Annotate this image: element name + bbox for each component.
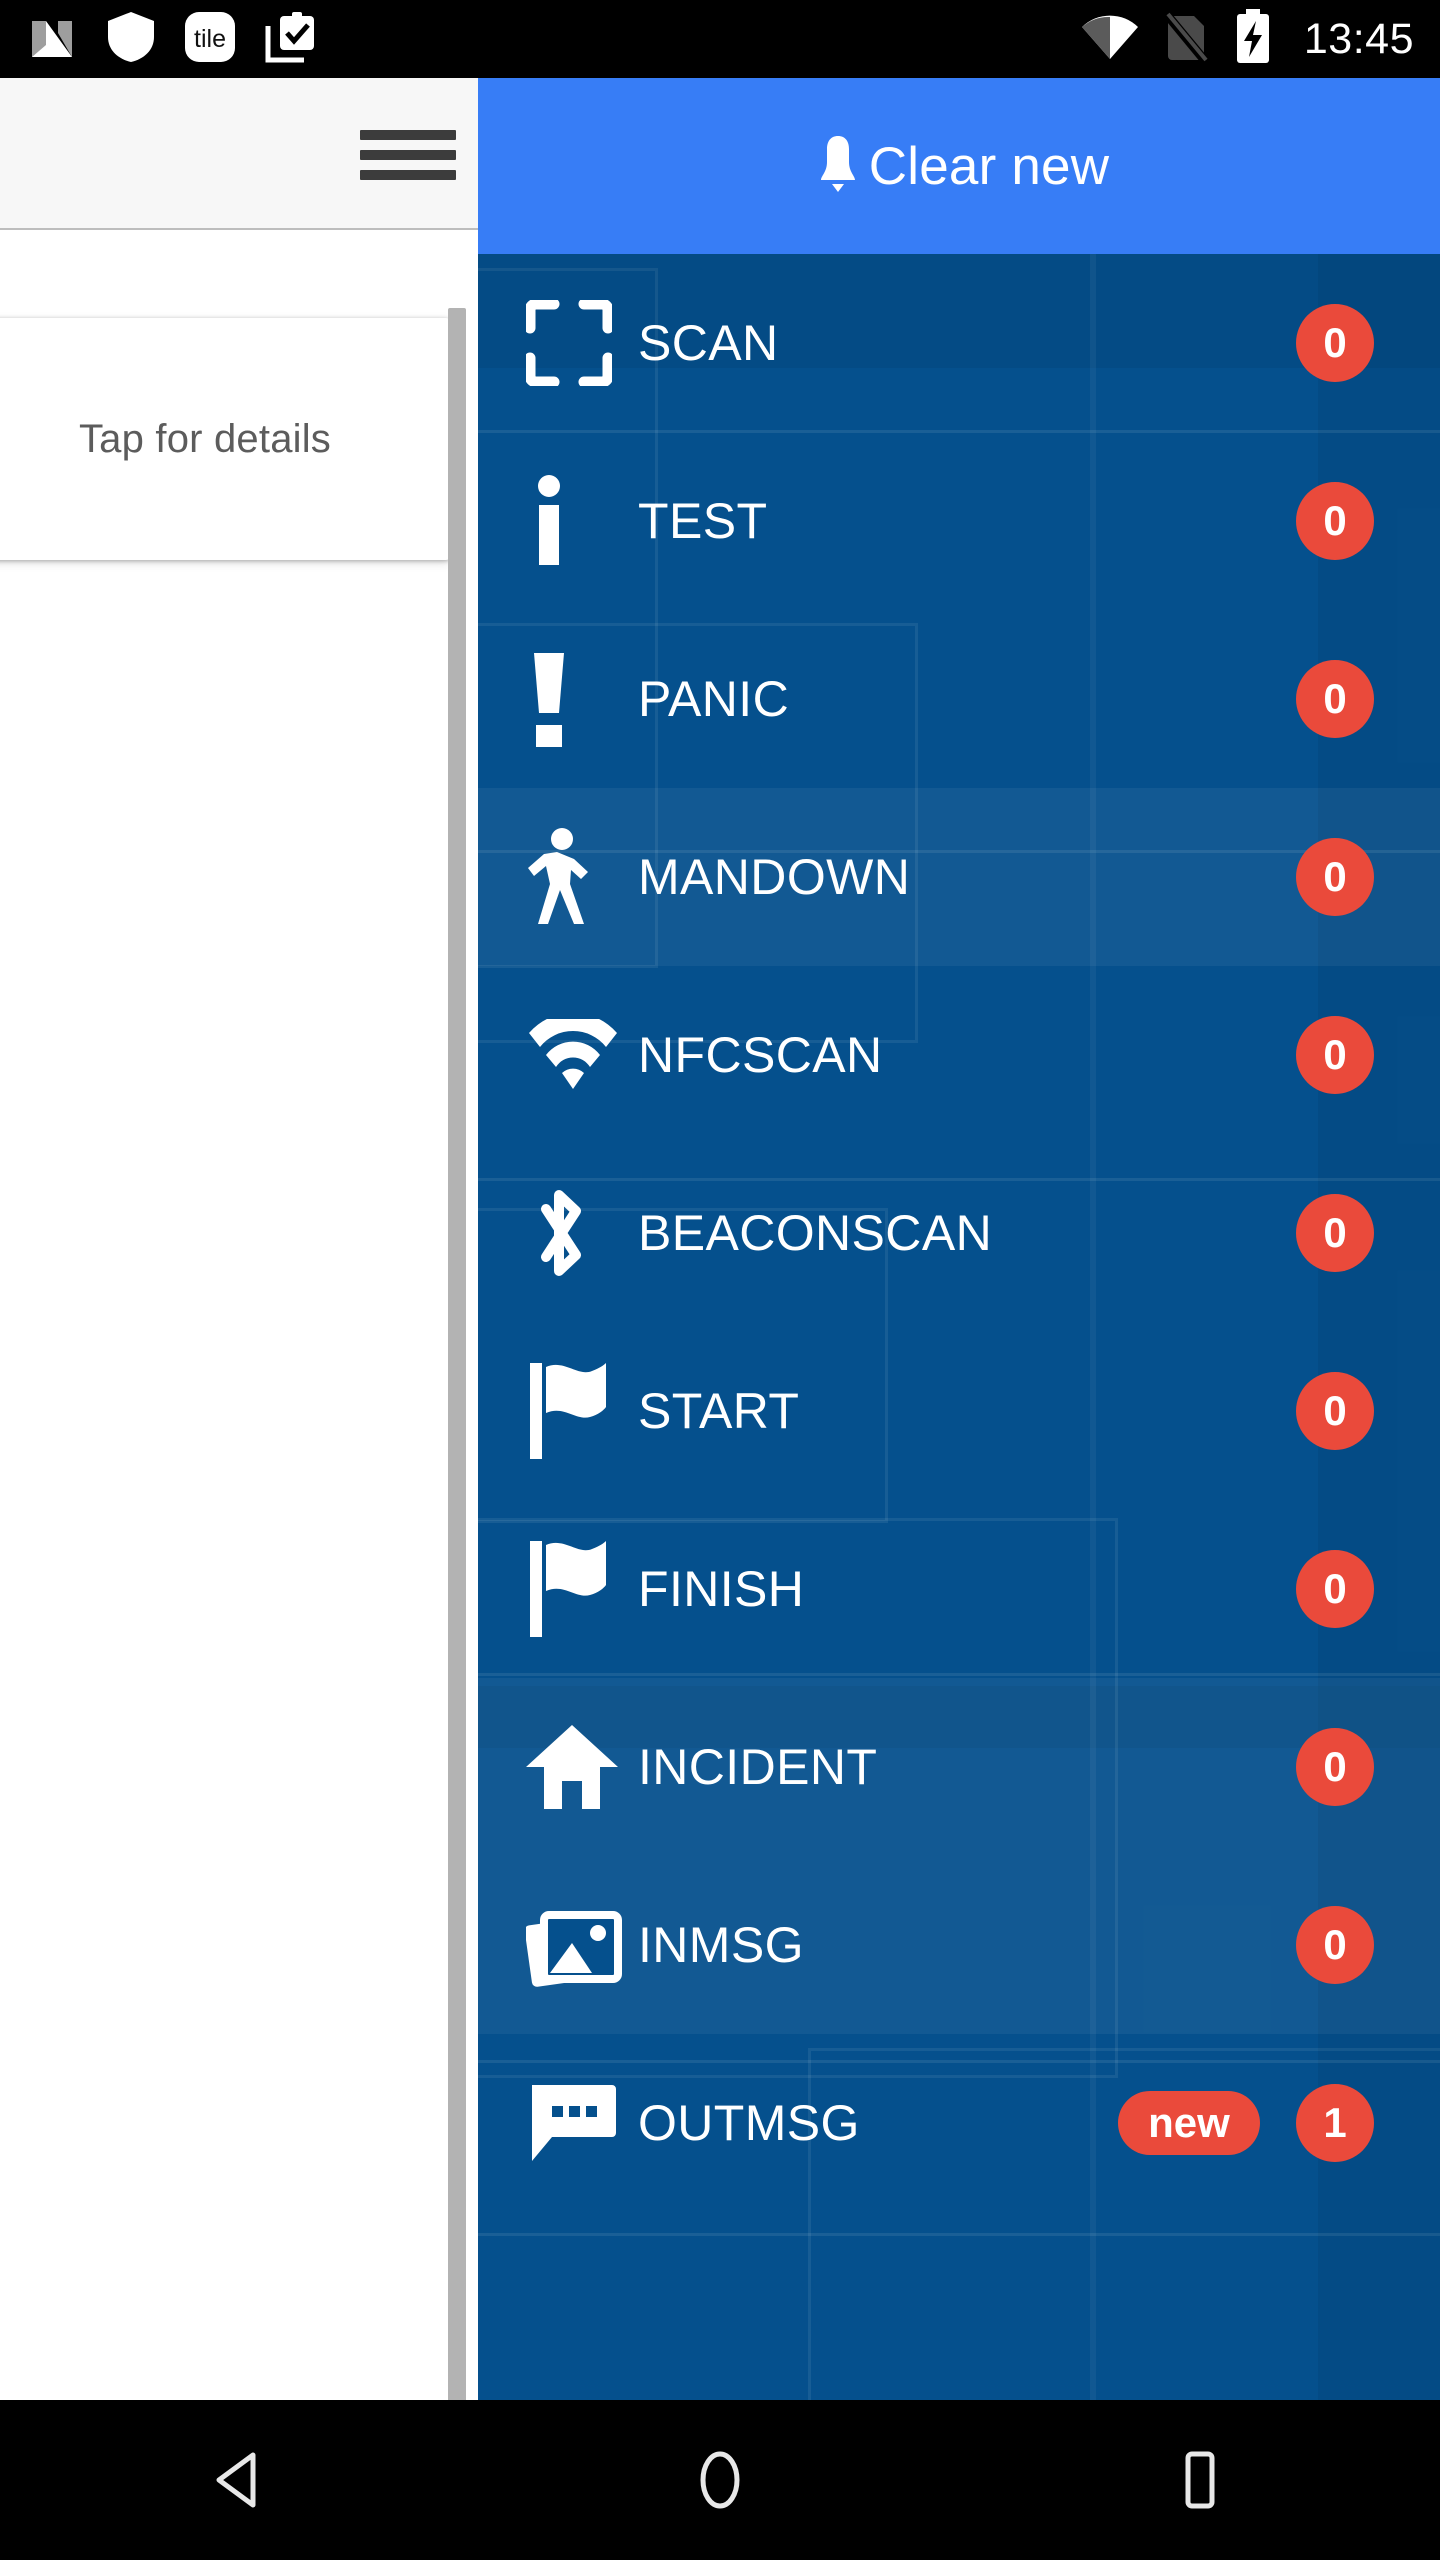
flag-icon [526, 1361, 638, 1461]
count-badge: 0 [1296, 1372, 1374, 1450]
event-row-label: OUTMSG [638, 2095, 860, 2151]
exclamation-icon [526, 651, 638, 747]
event-row-finish[interactable]: FINISH 0 [478, 1500, 1440, 1678]
recents-button[interactable] [1100, 2400, 1300, 2560]
event-row-incident[interactable]: INCIDENT 0 [478, 1678, 1440, 1856]
event-row-label: START [638, 1383, 800, 1439]
event-row-label: INCIDENT [638, 1739, 878, 1795]
count-badge: 0 [1296, 1194, 1374, 1272]
chat-bubble-icon [526, 2081, 638, 2165]
count-badge: 0 [1296, 1728, 1374, 1806]
shield-icon [106, 10, 156, 69]
count-badge: 0 [1296, 304, 1374, 382]
status-bar-system-icons: 13:45 [1080, 8, 1414, 70]
event-row-beaconscan[interactable]: BEACONSCAN 0 [478, 1144, 1440, 1322]
event-row-outmsg[interactable]: OUTMSG new 1 [478, 2034, 1440, 2212]
hamburger-menu-icon[interactable] [360, 124, 456, 186]
event-row-label: FINISH [638, 1561, 805, 1617]
back-button[interactable] [140, 2400, 340, 2560]
wifi-icon [1080, 13, 1140, 66]
count-badge: 0 [1296, 660, 1374, 738]
count-badge: 0 [1296, 482, 1374, 560]
event-row-label: PANIC [638, 671, 790, 727]
tap-for-details-label: Tap for details [78, 416, 332, 461]
walking-man-icon [526, 828, 638, 926]
android-nougat-icon [26, 11, 78, 68]
app-toolbar [0, 78, 478, 230]
clipboard-check-icon [264, 10, 318, 69]
event-row-label: BEACONSCAN [638, 1205, 993, 1261]
event-row-label: MANDOWN [638, 849, 911, 905]
count-badge: 0 [1296, 838, 1374, 916]
content-scrollbar[interactable] [448, 308, 466, 2400]
photos-icon [526, 1903, 638, 1987]
notification-drawer: Clear new SCAN 0 TEST 0 PANIC 0 MANDOWN 0 NFCSCA… [478, 78, 1440, 2400]
event-row-scan[interactable]: SCAN 0 [478, 254, 1440, 432]
app-content: Tap for details [0, 230, 478, 2400]
phone-screen: tile 13:45 Tap for details Clear new SCA… [0, 0, 1440, 2560]
event-row-panic[interactable]: PANIC 0 [478, 610, 1440, 788]
bluetooth-icon [526, 1183, 638, 1283]
wifi-icon [526, 1019, 638, 1091]
no-sim-icon [1164, 10, 1210, 69]
event-row-label: SCAN [638, 315, 779, 371]
event-row-label: TEST [638, 493, 768, 549]
event-row-nfcscan[interactable]: NFCSCAN 0 [478, 966, 1440, 1144]
event-type-list: SCAN 0 TEST 0 PANIC 0 MANDOWN 0 NFCSCAN 0 BEACONSC… [478, 254, 1440, 2212]
clear-new-label: Clear new [868, 136, 1110, 196]
new-tag-badge: new [1118, 2091, 1260, 2155]
clear-new-button[interactable]: Clear new [478, 78, 1440, 254]
event-row-inmsg[interactable]: INMSG 0 [478, 1856, 1440, 2034]
count-badge: 0 [1296, 1016, 1374, 1094]
status-bar-notification-icons: tile [26, 10, 318, 69]
battery-charging-icon [1234, 8, 1272, 70]
event-row-mandown[interactable]: MANDOWN 0 [478, 788, 1440, 966]
tile-app-icon: tile [184, 11, 236, 68]
scan-frame-icon [526, 300, 638, 386]
status-bar-clock: 13:45 [1303, 14, 1414, 63]
bell-icon [809, 132, 867, 201]
tap-for-details-card[interactable]: Tap for details [0, 318, 450, 560]
status-bar: tile 13:45 [0, 0, 1440, 78]
event-row-test[interactable]: TEST 0 [478, 432, 1440, 610]
flag-icon [526, 1539, 638, 1639]
event-row-label: NFCSCAN [638, 1027, 883, 1083]
android-navigation-bar [0, 2400, 1440, 2560]
underlying-app-screen: Tap for details [0, 78, 478, 2400]
info-icon [526, 475, 638, 567]
svg-text:tile: tile [194, 25, 226, 53]
home-button[interactable] [620, 2400, 820, 2560]
count-badge: 0 [1296, 1550, 1374, 1628]
event-row-label: INMSG [638, 1917, 804, 1973]
event-row-start[interactable]: START 0 [478, 1322, 1440, 1500]
count-badge: 1 [1296, 2084, 1374, 2162]
count-badge: 0 [1296, 1906, 1374, 1984]
home-icon [526, 1723, 638, 1811]
